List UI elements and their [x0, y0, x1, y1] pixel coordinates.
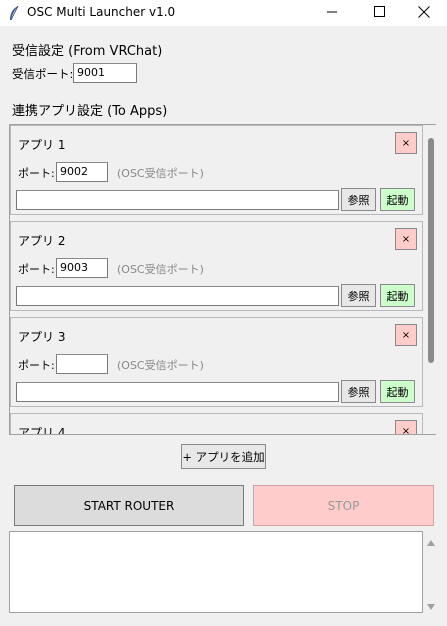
app-port-hint: (OSC受信ポート) [117, 167, 204, 180]
launch-button[interactable]: 起動 [380, 284, 415, 307]
browse-button[interactable]: 参照 [341, 284, 376, 307]
maximize-button[interactable] [356, 0, 402, 26]
delete-app-button[interactable]: × [395, 324, 417, 346]
app-name: アプリ 2 [18, 234, 66, 248]
app-port-input[interactable]: 9002 [56, 162, 108, 182]
log-textarea[interactable] [9, 531, 423, 613]
apps-scrollbar[interactable] [428, 138, 434, 363]
minimize-icon [327, 6, 337, 20]
browse-button[interactable]: 参照 [341, 380, 376, 403]
title-bar: OSC Multi Launcher v1.0 [0, 0, 447, 26]
app-card: アプリ 3 × ポート: (OSC受信ポート) 参照 起動 [10, 317, 423, 407]
apps-scroll-panel: アプリ 1 × ポート: 9002 (OSC受信ポート) 参照 起動 アプリ 2… [9, 124, 436, 435]
app-path-input[interactable] [16, 382, 339, 402]
app-card: アプリ 2 × ポート: 9003 (OSC受信ポート) 参照 起動 [10, 221, 423, 311]
receive-port-label: 受信ポート: [12, 67, 74, 81]
receive-port-input[interactable]: 9001 [73, 63, 137, 83]
delete-app-button[interactable]: × [395, 132, 417, 154]
launch-button[interactable]: 起動 [380, 188, 415, 211]
app-port-hint: (OSC受信ポート) [117, 263, 204, 276]
app-port-label: ポート: [18, 359, 55, 372]
app-port-hint: (OSC受信ポート) [117, 359, 204, 372]
maximize-icon [373, 6, 385, 20]
app-card: アプリ 1 × ポート: 9002 (OSC受信ポート) 参照 起動 [10, 125, 423, 215]
start-router-button[interactable]: START ROUTER [14, 485, 244, 526]
app-port-input[interactable]: 9003 [56, 258, 108, 278]
feather-icon [8, 5, 20, 21]
minimize-button[interactable] [309, 0, 355, 26]
app-port-input[interactable] [56, 354, 108, 374]
add-app-button[interactable]: + アプリを追加 [181, 444, 266, 469]
browse-button[interactable]: 参照 [341, 188, 376, 211]
app-path-input[interactable] [16, 286, 339, 306]
window-title: OSC Multi Launcher v1.0 [27, 5, 176, 19]
delete-app-button[interactable]: × [395, 420, 417, 434]
close-icon [418, 5, 430, 21]
apps-section-label: 連携アプリ設定 (To Apps) [12, 104, 168, 119]
launch-button[interactable]: 起動 [380, 380, 415, 403]
scroll-up-icon[interactable] [427, 535, 435, 549]
app-name: アプリ 3 [18, 330, 66, 344]
app-path-input[interactable] [16, 190, 339, 210]
delete-app-button[interactable]: × [395, 228, 417, 250]
log-scrollbar[interactable] [424, 531, 438, 613]
app-card: アプリ 4 × [10, 413, 423, 435]
close-window-button[interactable] [401, 0, 447, 26]
stop-router-button[interactable]: STOP [253, 485, 434, 526]
scroll-down-icon[interactable] [427, 599, 435, 613]
app-name: アプリ 1 [18, 138, 66, 152]
receive-section-label: 受信設定 (From VRChat) [12, 44, 163, 59]
app-port-label: ポート: [18, 167, 55, 180]
app-name: アプリ 4 [18, 426, 66, 435]
app-port-label: ポート: [18, 263, 55, 276]
